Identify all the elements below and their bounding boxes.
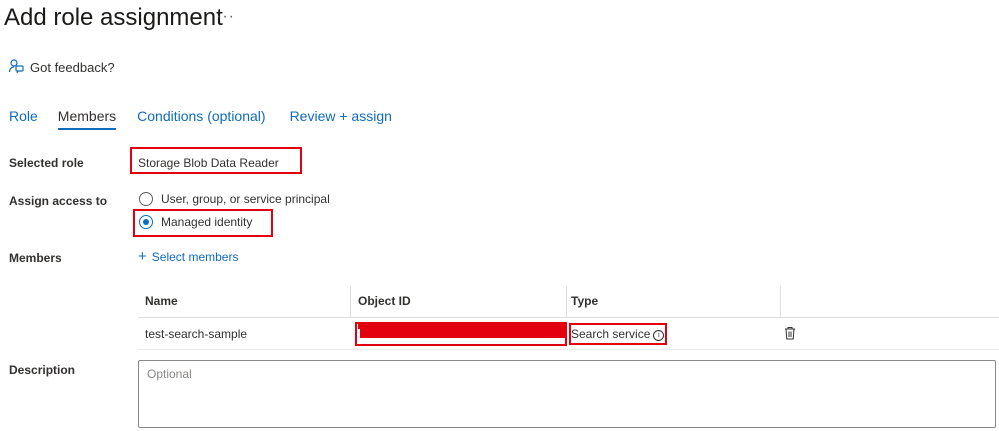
column-header-type: Type (571, 294, 599, 308)
description-field[interactable] (138, 360, 996, 428)
selected-role-label: Selected role (9, 156, 84, 170)
member-name: test-search-sample (145, 327, 248, 341)
description-label: Description (9, 363, 76, 377)
tab-members[interactable]: Members (57, 108, 117, 130)
tab-bar: Role Members Conditions (optional) Revie… (9, 108, 392, 130)
select-members-label: Select members (151, 250, 239, 264)
page-title: Add role assignment (4, 4, 223, 31)
column-header-object-id: Object ID (358, 294, 411, 308)
plus-icon: + (138, 248, 147, 265)
selected-role-value: Storage Blob Data Reader (138, 156, 279, 170)
radio-managed-identity[interactable]: Managed identity (139, 215, 252, 229)
feedback-label: Got feedback? (30, 60, 115, 75)
members-label: Members (9, 251, 62, 265)
highlight-box (355, 322, 567, 346)
radio-label: User, group, or service principal (161, 192, 330, 206)
column-divider[interactable] (350, 286, 351, 317)
feedback-link[interactable]: Got feedback? (8, 58, 115, 77)
radio-button[interactable] (139, 192, 153, 206)
highlight-box (569, 323, 667, 345)
table-header: Name Object ID Type (138, 286, 999, 318)
more-options-button[interactable]: ··· (216, 8, 235, 26)
feedback-icon (8, 58, 24, 77)
column-divider[interactable] (566, 286, 567, 317)
radio-button[interactable] (139, 215, 153, 229)
delete-icon[interactable] (784, 326, 796, 345)
select-members-button[interactable]: + Select members (138, 248, 239, 265)
column-header-name: Name (145, 294, 178, 308)
tab-conditions[interactable]: Conditions (optional) (137, 108, 265, 130)
tab-role[interactable]: Role (9, 108, 38, 130)
column-divider[interactable] (780, 286, 781, 317)
tab-review-assign[interactable]: Review + assign (290, 108, 392, 130)
radio-label: Managed identity (161, 215, 253, 229)
assign-access-label: Assign access to (9, 194, 108, 208)
radio-user-group-principal[interactable]: User, group, or service principal (139, 192, 330, 206)
